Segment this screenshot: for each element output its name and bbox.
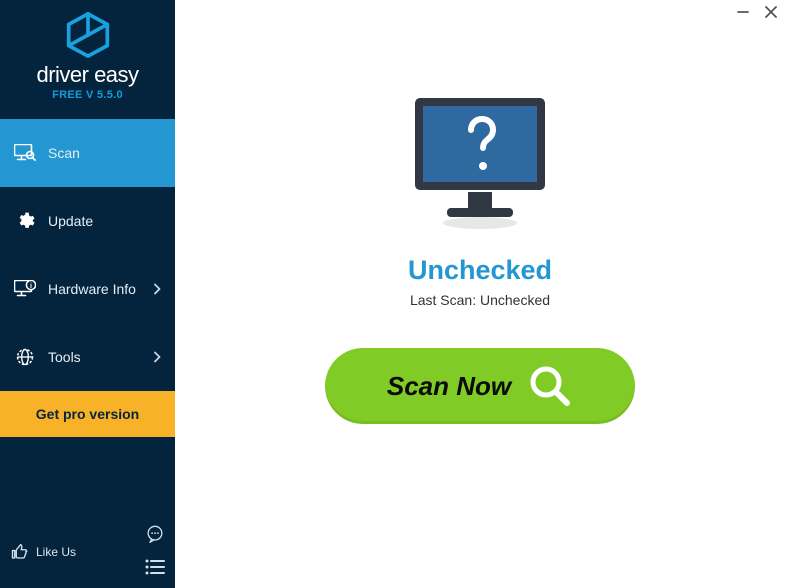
tools-globe-icon (14, 346, 36, 368)
gear-icon (14, 210, 36, 232)
thumbs-up-icon (10, 542, 30, 562)
sidebar-item-scan[interactable]: Scan (0, 119, 175, 187)
pro-label: Get pro version (36, 406, 139, 422)
close-button[interactable] (757, 0, 785, 24)
sidebar-item-label: Update (48, 213, 93, 229)
sidebar-item-hardware-info[interactable]: i Hardware Info (0, 255, 175, 323)
sidebar-nav: Scan Update i (0, 119, 175, 391)
monitor-unknown-icon (405, 92, 555, 237)
menu-list-icon[interactable] (145, 559, 165, 580)
main-panel: Unchecked Last Scan: Unchecked Scan Now (175, 0, 785, 588)
sidebar-spacer (0, 437, 175, 518)
window-controls (729, 0, 785, 24)
like-us-button[interactable]: Like Us (10, 542, 76, 562)
sidebar: driver easy FREE V 5.5.0 Scan (0, 0, 175, 588)
brand-name: driver easy (0, 62, 175, 88)
scan-now-button[interactable]: Scan Now (325, 348, 635, 424)
app-window: driver easy FREE V 5.5.0 Scan (0, 0, 785, 588)
sidebar-bottom: Like Us (0, 518, 175, 588)
sidebar-item-tools[interactable]: Tools (0, 323, 175, 391)
sidebar-item-update[interactable]: Update (0, 187, 175, 255)
last-scan-text: Last Scan: Unchecked (410, 292, 550, 308)
minimize-button[interactable] (729, 0, 757, 24)
brand-logo-icon (0, 12, 175, 58)
magnify-icon (527, 363, 573, 409)
hardware-info-icon: i (14, 278, 36, 300)
svg-text:i: i (30, 283, 32, 290)
get-pro-version-button[interactable]: Get pro version (0, 391, 175, 437)
brand-version: FREE V 5.5.0 (0, 89, 175, 101)
scan-status-block: Unchecked Last Scan: Unchecked Scan Now (175, 92, 785, 424)
like-us-label: Like Us (36, 545, 76, 559)
chevron-right-icon (154, 352, 161, 363)
sidebar-item-label: Scan (48, 145, 80, 161)
status-title: Unchecked (408, 255, 552, 286)
sidebar-item-label: Hardware Info (48, 281, 136, 297)
chevron-right-icon (154, 284, 161, 295)
sidebar-item-label: Tools (48, 349, 81, 365)
scan-now-label: Scan Now (387, 371, 511, 402)
feedback-icon[interactable] (145, 524, 165, 549)
logo-block: driver easy FREE V 5.5.0 (0, 0, 175, 109)
sidebar-trailing-icons (145, 524, 165, 580)
scan-monitor-icon (14, 142, 36, 164)
